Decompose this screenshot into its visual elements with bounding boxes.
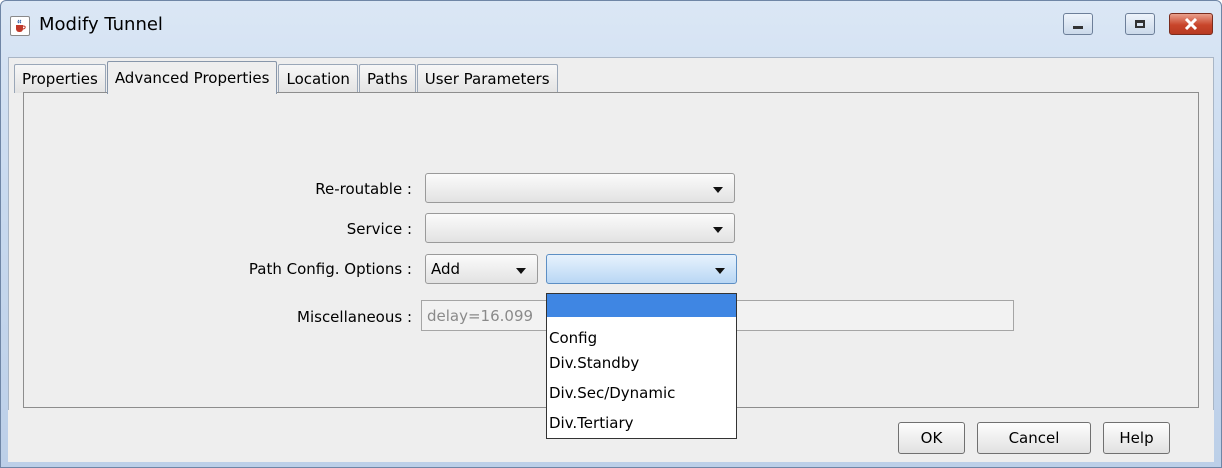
- tab-properties[interactable]: Properties: [14, 64, 106, 93]
- minimize-icon: [1073, 25, 1083, 29]
- tab-label: Paths: [366, 70, 408, 88]
- close-button[interactable]: [1169, 13, 1213, 35]
- list-item[interactable]: Div.Standby: [547, 352, 736, 375]
- list-item[interactable]: Config: [547, 327, 736, 350]
- java-cup-icon: [10, 16, 30, 36]
- window-title: Modify Tunnel: [39, 14, 163, 35]
- tab-label: Location: [286, 70, 350, 88]
- tab-label: Properties: [22, 70, 98, 88]
- rerouteable-label: Re-routable :: [315, 180, 412, 198]
- tab-advanced-properties[interactable]: Advanced Properties: [106, 61, 278, 94]
- cancel-button[interactable]: Cancel: [977, 422, 1091, 454]
- service-select[interactable]: [425, 213, 735, 243]
- ok-button[interactable]: OK: [898, 422, 965, 454]
- tab-label: User Parameters: [424, 70, 550, 88]
- tab-location[interactable]: Location: [278, 64, 358, 93]
- chevron-down-icon: [516, 268, 526, 274]
- close-icon: [1184, 18, 1198, 30]
- maximize-button[interactable]: [1125, 13, 1155, 35]
- list-item[interactable]: [547, 294, 736, 317]
- rerouteable-select[interactable]: [425, 173, 735, 203]
- tab-paths[interactable]: Paths: [358, 64, 416, 93]
- path-config-label: Path Config. Options :: [248, 260, 412, 278]
- help-button[interactable]: Help: [1103, 422, 1170, 454]
- path-config-action-select[interactable]: Add: [425, 254, 538, 284]
- chevron-down-icon: [713, 227, 723, 233]
- chevron-down-icon: [713, 187, 723, 193]
- list-item[interactable]: Div.Tertiary: [547, 412, 736, 435]
- minimize-button[interactable]: [1063, 13, 1093, 35]
- chevron-down-icon: [715, 268, 725, 274]
- service-label: Service :: [346, 220, 412, 238]
- title-bar[interactable]: Modify Tunnel: [1, 1, 1221, 53]
- tab-user-parameters[interactable]: User Parameters: [416, 64, 558, 93]
- miscellaneous-label: Miscellaneous :: [297, 308, 412, 326]
- list-item[interactable]: Div.Sec/Dynamic: [547, 382, 736, 405]
- path-config-action-value: Add: [431, 260, 461, 278]
- maximize-icon: [1135, 20, 1145, 28]
- tab-strip: Properties Advanced Properties Location …: [14, 61, 559, 94]
- path-config-options-list: Config Div.Standby Div.Sec/Dynamic Div.T…: [546, 293, 737, 439]
- path-config-option-select[interactable]: [546, 254, 737, 284]
- tab-label: Advanced Properties: [114, 69, 270, 87]
